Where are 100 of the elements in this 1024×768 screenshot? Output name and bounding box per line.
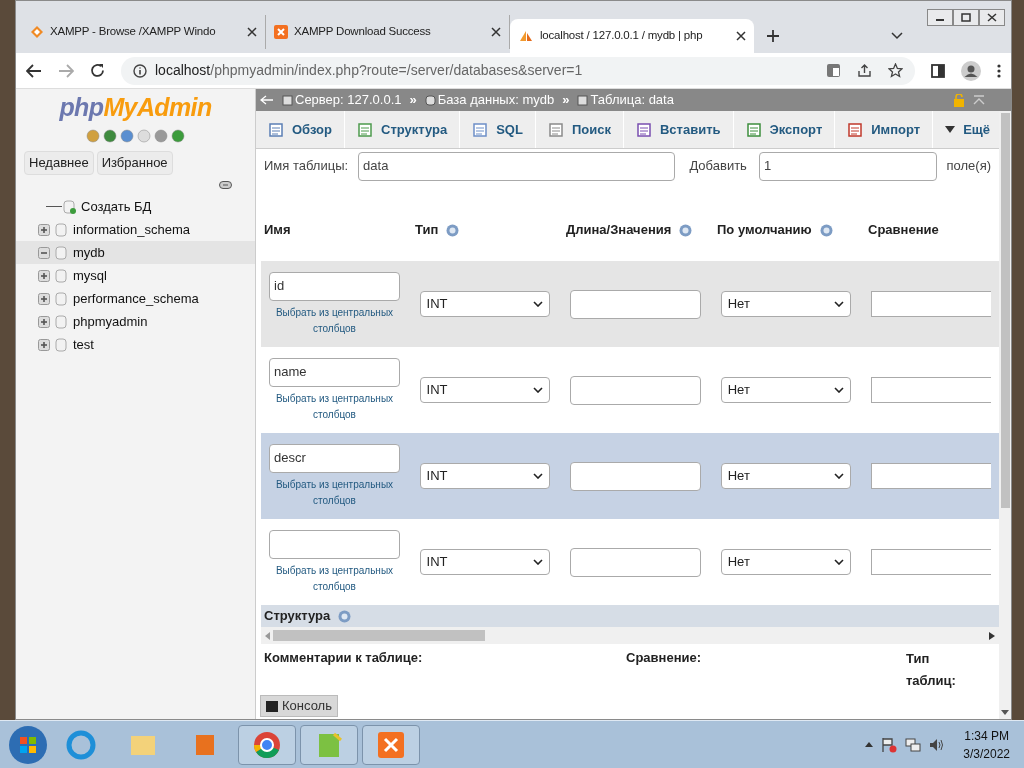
star-icon[interactable] [888, 63, 903, 78]
central-columns-link[interactable]: Выбрать из центральных столбцов [269, 562, 400, 595]
sidebar-icon[interactable] [931, 63, 945, 78]
column-name-field[interactable]: name [269, 357, 400, 387]
toolbar-tab[interactable]: Импорт [835, 111, 934, 148]
add-count-field[interactable]: 1 [758, 151, 937, 181]
breadcrumb-link[interactable]: Таблица: data [590, 90, 674, 110]
tree-item[interactable]: phpmyadmin [16, 310, 255, 333]
select-field[interactable]: Нет [720, 377, 851, 403]
close-button[interactable] [979, 9, 1005, 26]
minimize-button[interactable] [927, 9, 953, 26]
back-icon[interactable] [26, 63, 42, 78]
console-tab[interactable]: Консоль [260, 695, 338, 717]
column-name-field[interactable]: descr [269, 443, 400, 473]
expand-icon[interactable] [38, 315, 52, 328]
tree-item[interactable]: performance_schema [16, 287, 255, 310]
back-arrow-icon[interactable] [260, 95, 274, 105]
share-icon[interactable] [857, 63, 872, 78]
central-columns-link[interactable]: Выбрать из центральных столбцов [269, 304, 400, 337]
breadcrumb-link[interactable]: База данных: mydb [437, 90, 555, 110]
collapse-up-icon[interactable] [973, 95, 985, 105]
lock-icon[interactable] [953, 93, 965, 107]
taskbar-app[interactable] [238, 724, 296, 765]
forward-icon[interactable] [58, 63, 74, 78]
comments-label: Комментарии к таблице: [264, 649, 424, 667]
select-field[interactable]: Нет [720, 463, 851, 489]
menu-icon[interactable] [997, 63, 1001, 78]
collapse-icon[interactable] [38, 246, 52, 259]
tree-label: Создать БД [81, 197, 152, 216]
database-icon [54, 314, 68, 329]
tree-item[interactable]: Создать БД [16, 195, 255, 218]
length-field[interactable] [570, 375, 702, 405]
toolbar-tab[interactable]: Структура [345, 111, 461, 148]
select-field[interactable]: Нет [720, 549, 851, 575]
tree-item[interactable]: information_schema [16, 218, 255, 241]
scroll-down-icon[interactable] [1001, 710, 1009, 715]
terminal-icon [266, 700, 278, 712]
browser-tab[interactable]: localhost / 127.0.0.1 / mydb | php [510, 19, 754, 53]
expand-icon[interactable] [38, 269, 52, 282]
start-icon[interactable] [8, 724, 48, 765]
avatar-icon[interactable] [961, 60, 981, 81]
flag-icon[interactable] [881, 736, 898, 753]
scroll-right-icon[interactable] [989, 631, 995, 640]
address-bar[interactable]: localhost/phpmyadmin/index.php?route=/server/databases&server=1 [121, 56, 915, 85]
taskbar-app[interactable] [362, 724, 420, 765]
vertical-scrollbar[interactable] [999, 111, 1011, 719]
translate-icon[interactable] [826, 63, 841, 78]
central-columns-link[interactable]: Выбрать из центральных столбцов [269, 390, 400, 423]
toolbar-tab[interactable]: Поиск [535, 111, 624, 148]
select-field[interactable]: INT [419, 291, 550, 317]
length-field[interactable] [570, 547, 702, 577]
structure-heading: Структура [264, 607, 331, 626]
close-icon[interactable] [736, 31, 746, 41]
maximize-icon [961, 13, 971, 22]
expand-icon[interactable] [38, 292, 52, 305]
close-icon[interactable] [247, 27, 257, 37]
tree-item[interactable]: mydb [16, 241, 255, 264]
collation-field[interactable] [871, 463, 991, 489]
chevron-down-icon [833, 559, 844, 565]
collation-field[interactable] [871, 377, 991, 403]
toolbar-tab[interactable]: SQL [460, 111, 536, 148]
toolbar-tab[interactable]: Ещё [933, 111, 999, 148]
select-field[interactable]: INT [419, 549, 550, 575]
browser-tab[interactable]: XAMPP - Browse /XAMPP Windo [22, 15, 266, 49]
caret-up-icon[interactable] [865, 742, 874, 747]
nav-tab-button[interactable]: Избранное [96, 151, 173, 175]
select-field[interactable]: Нет [720, 291, 851, 317]
browser-tab[interactable]: XAMPP Download Success [266, 15, 510, 49]
toolbar-tab[interactable]: Обзор [256, 111, 345, 148]
column-name-field[interactable]: id [269, 271, 400, 301]
breadcrumb-link[interactable]: Сервер: 127.0.0.1 [295, 90, 402, 110]
database-icon [54, 291, 68, 306]
collation-field[interactable] [871, 549, 991, 575]
plus-icon[interactable] [766, 29, 780, 43]
toolbar-tab[interactable]: Вставить [623, 111, 734, 148]
maximize-button[interactable] [953, 9, 979, 26]
tree-item[interactable]: test [16, 333, 255, 356]
toolbar-tab[interactable]: Экспорт [733, 111, 836, 148]
chevron-down-icon[interactable] [891, 32, 903, 40]
scroll-left-icon[interactable] [265, 631, 271, 640]
column-name-field[interactable] [269, 529, 400, 559]
chevron-down-icon [532, 301, 543, 307]
tree-item[interactable]: mysql [16, 264, 255, 287]
horizontal-scrollbar[interactable] [261, 627, 999, 644]
expand-icon[interactable] [38, 223, 52, 236]
taskbar-app[interactable] [300, 724, 358, 765]
table-name-field[interactable]: data [358, 151, 676, 181]
network-icon[interactable] [905, 736, 922, 753]
close-icon[interactable] [491, 27, 501, 37]
select-field[interactable]: INT [419, 463, 550, 489]
column-header: Тип [415, 220, 566, 240]
select-field[interactable]: INT [419, 377, 550, 403]
collation-field[interactable] [871, 291, 991, 317]
central-columns-link[interactable]: Выбрать из центральных столбцов [269, 476, 400, 509]
nav-tab-button[interactable]: Недавнее [24, 151, 94, 175]
expand-icon[interactable] [38, 338, 52, 351]
add-label: Добавить [689, 157, 747, 176]
length-field[interactable] [570, 461, 702, 491]
link-icon[interactable] [219, 181, 232, 189]
length-field[interactable] [570, 289, 702, 319]
